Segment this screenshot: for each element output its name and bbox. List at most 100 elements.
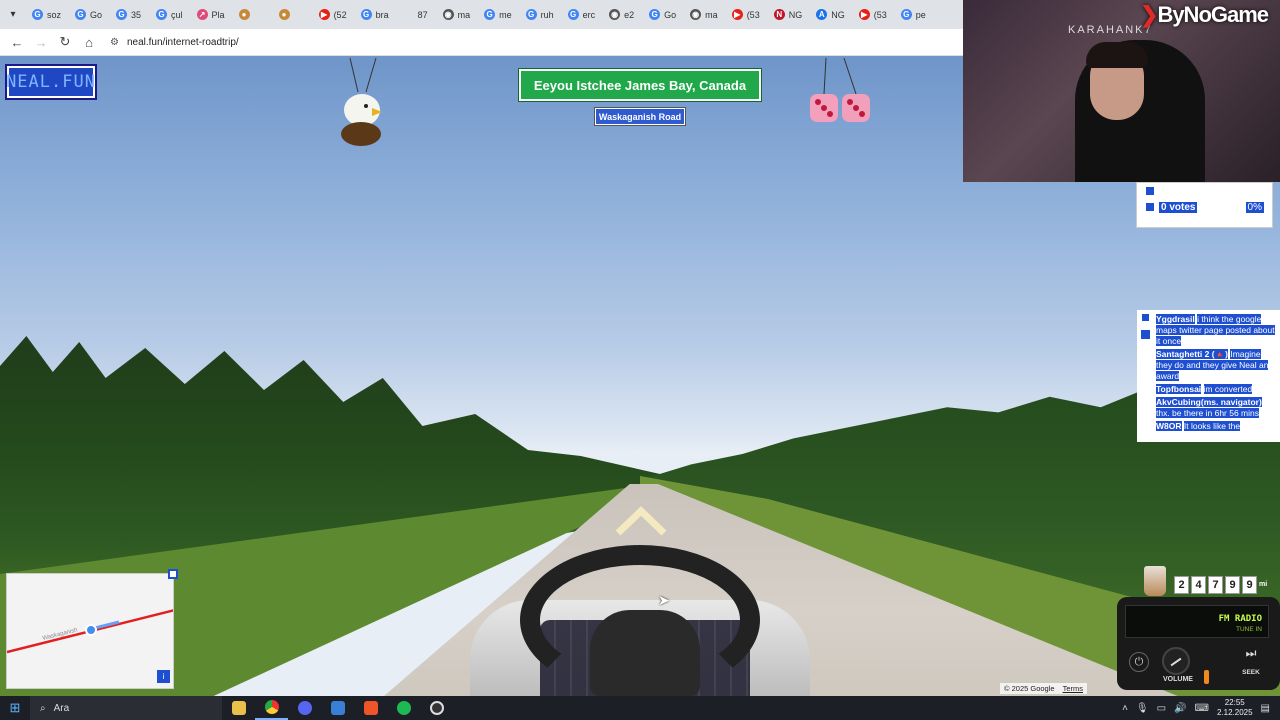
search-placeholder: Ara [53, 702, 70, 714]
url-text: neal.fun/internet-roadtrip/ [126, 36, 239, 48]
minimap-expand-icon[interactable] [168, 569, 178, 579]
system-tray: ˄ 🎙 ▭ 🔊 ⌨ 22:55 2.12.2025 ▤ [1122, 698, 1280, 718]
vote-checkbox[interactable] [1145, 202, 1155, 212]
chat-message: AkvCubing(ms. navigator) thx. be there i… [1156, 397, 1276, 419]
cookie-icon: ● [278, 9, 290, 20]
browser-tab[interactable]: G Go [643, 4, 682, 26]
browser-tab[interactable]: ◉ e2 [603, 4, 641, 26]
blank-icon [403, 9, 414, 20]
browser-tab[interactable]: ▶ (53 [726, 4, 766, 26]
cookie-icon: ● [238, 9, 250, 20]
chrome-icon[interactable] [255, 696, 288, 720]
vote-row[interactable]: 0 votes 0% [1137, 199, 1272, 215]
browser-tab[interactable]: ◉ ma [684, 4, 724, 26]
browser-tab[interactable]: 87 [397, 4, 435, 26]
power-icon[interactable]: ⏻ [1129, 652, 1149, 672]
odometer-digit: 2 [1174, 576, 1189, 594]
tab-title: Go [90, 9, 103, 20]
browser-tab[interactable]: A NG [810, 4, 851, 26]
browser-tab[interactable]: G 35 [110, 4, 148, 26]
taskbar-clock[interactable]: 22:55 2.12.2025 [1217, 698, 1253, 718]
language-icon[interactable]: ⌨ [1195, 703, 1209, 714]
pen-app-icon[interactable] [321, 696, 354, 720]
neal-fun-logo[interactable]: NEAL.FUN [5, 64, 97, 100]
volume-indicator [1204, 670, 1209, 684]
brave-icon[interactable] [354, 696, 387, 720]
chat-text: im converted [1203, 384, 1253, 394]
chat-username: W8OR [1156, 421, 1182, 431]
google-icon: G [525, 9, 537, 20]
minimap[interactable]: Waskaganish [6, 573, 174, 689]
copyright-text: © 2025 Google [1004, 684, 1055, 693]
browser-tab[interactable]: Gçul [150, 4, 189, 26]
vote-panel: 0 votes 0% [1136, 182, 1273, 228]
radio-subtitle: TUNE IN [1236, 626, 1262, 633]
chat-checkbox[interactable] [1141, 313, 1150, 322]
browser-tab[interactable]: Gme [478, 4, 518, 26]
youtube-icon: ▶ [858, 9, 870, 20]
steering-wheel-hub [590, 610, 700, 696]
minimap-info-icon[interactable]: i [157, 670, 170, 683]
tab-title: bra [375, 9, 389, 20]
tab-title: e2 [624, 9, 635, 20]
browser-tab[interactable]: Gpe [895, 4, 933, 26]
taskbar-search[interactable]: ⌕ Ara [30, 696, 222, 720]
odometer-digit: 9 [1225, 576, 1240, 594]
microphone-icon[interactable]: 🎙 [1136, 703, 1149, 714]
tab-search-button[interactable]: ▾ [4, 6, 22, 24]
youtube-icon: ▶ [731, 9, 743, 20]
browser-tab[interactable]: G Go [69, 4, 108, 26]
forward-icon[interactable]: → [30, 31, 52, 53]
google-icon: G [116, 9, 128, 20]
browser-tab[interactable]: ● [273, 4, 311, 26]
vote-row[interactable] [1137, 183, 1272, 199]
obs-icon[interactable] [420, 696, 453, 720]
vote-label: 0 votes [1159, 201, 1198, 213]
chat-messages: Yggdrasil i think the google maps twitte… [1156, 314, 1276, 434]
home-icon[interactable]: ⌂ [78, 31, 100, 53]
tab-title: Go [664, 9, 677, 20]
tab-title: (53 [873, 9, 887, 20]
tab-title: ma [457, 9, 471, 20]
browser-tab[interactable]: ▶ (53 [853, 4, 893, 26]
tab-title: Pla [211, 9, 225, 20]
seek-icon[interactable]: ⏭ [1237, 646, 1265, 668]
link-icon: ↗ [196, 9, 208, 20]
browser-tab[interactable]: ◉ ma [437, 4, 477, 26]
notification-icon[interactable]: ▤ [1261, 703, 1270, 714]
terms-link[interactable]: Terms [1063, 684, 1083, 693]
road-name-sign: Waskaganish Road [594, 107, 686, 126]
browser-tab[interactable]: Gsoz [26, 4, 67, 26]
browser-tab[interactable]: N NG [768, 4, 809, 26]
spotify-icon[interactable] [387, 696, 420, 720]
browser-tab[interactable]: Gbra [355, 4, 395, 26]
tab-title: çul [171, 9, 183, 20]
search-icon: ⌕ [40, 702, 46, 714]
discord-icon[interactable] [288, 696, 321, 720]
tab-strip: Gsoz G Go G 35 Gçul ↗ Pla ● ● ▶ (52 Gbra 87 ◉ ma Gme Gruh… [26, 4, 935, 26]
vote-checkbox[interactable] [1145, 186, 1155, 196]
globe-icon: ◉ [690, 9, 702, 20]
back-icon[interactable]: ← [6, 31, 28, 53]
address-bar[interactable]: ⚙ neal.fun/internet-roadtrip/ [102, 31, 982, 53]
odometer-digit: 7 [1208, 576, 1223, 594]
reload-icon[interactable]: ↻ [54, 31, 76, 53]
youtube-icon: ▶ [318, 9, 330, 20]
windows-start-icon[interactable]: ⊞ [0, 696, 30, 720]
clock-time: 22:55 [1224, 698, 1245, 707]
browser-tab[interactable]: ▶ (52 [313, 4, 353, 26]
file-explorer-icon[interactable] [222, 696, 255, 720]
forward-arrow-icon[interactable] [614, 505, 668, 537]
browser-tab[interactable]: Gruh [520, 4, 560, 26]
network-icon[interactable]: ▭ [1157, 703, 1166, 714]
road-name-label: Waskaganish Road [596, 109, 684, 124]
browser-tab[interactable]: ● [233, 4, 271, 26]
chat-username: Topfbonsai [1156, 384, 1202, 394]
volume-knob[interactable] [1162, 647, 1190, 675]
volume-icon[interactable]: 🔊 [1174, 703, 1186, 714]
browser-tab[interactable]: ↗ Pla [191, 4, 231, 26]
radio-title: FM RADIO [1218, 614, 1262, 624]
tray-expand-icon[interactable]: ˄ [1122, 703, 1128, 714]
browser-tab[interactable]: Gerc [562, 4, 602, 26]
site-info-icon[interactable]: ⚙ [110, 37, 119, 48]
